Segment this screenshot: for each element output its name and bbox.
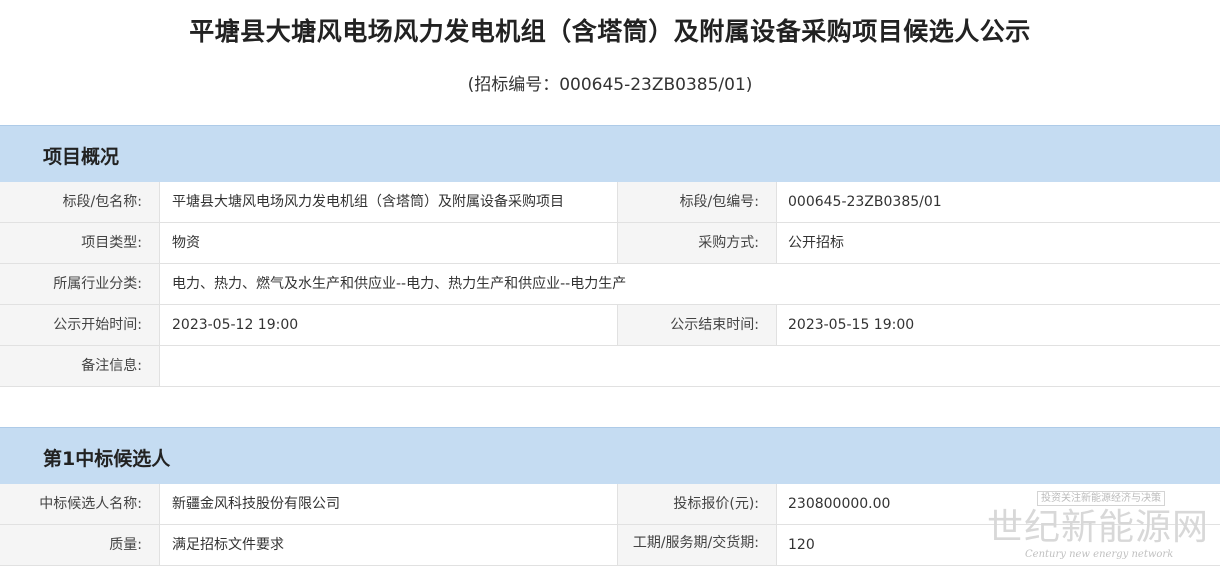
section-header-candidate1: 第1中标候选人 [0,427,1220,484]
field-value: 120 [788,537,815,553]
field-label: 公示结束时间: [617,305,777,345]
tender-number: (招标编号：000645-23ZB0385/01) [467,75,753,95]
field-label: 所属行业分类: [0,264,160,304]
table-row: 所属行业分类: 电力、热力、燃气及水生产和供应业--电力、热力生产和供应业--电… [0,264,1220,305]
field-value: 230800000.00 [788,496,891,512]
table-row: 备注信息: [0,346,1220,387]
field-value: 物资 [172,235,200,251]
field-label: 采购方式: [617,223,777,263]
field-label: 备注信息: [0,346,160,386]
field-label: 投标报价(元): [617,484,777,524]
field-label: 标段/包名称: [0,182,160,222]
field-value: 平塘县大塘风电场风力发电机组（含塔筒）及附属设备采购项目 [172,194,564,210]
table-row: 标段/包名称: 平塘县大塘风电场风力发电机组（含塔筒）及附属设备采购项目 标段/… [0,182,1220,223]
field-value: 2023-05-12 19:00 [172,317,299,333]
field-label: 标段/包编号: [617,182,777,222]
field-label: 公示开始时间: [0,305,160,345]
field-label: 中标候选人名称: [0,484,160,524]
candidate1-table: 中标候选人名称: 新疆金风科技股份有限公司 投标报价(元): 230800000… [0,484,1220,566]
field-value: 000645-23ZB0385/01 [788,194,942,210]
field-value: 公开招标 [788,235,844,251]
page-title: 平塘县大塘风电场风力发电机组（含塔筒）及附属设备采购项目候选人公示 [189,17,1031,46]
field-value: 新疆金风科技股份有限公司 [172,496,340,512]
table-row: 质量: 满足招标文件要求 工期/服务期/交货期: 120 [0,525,1220,566]
section-title: 第1中标候选人 [43,448,171,470]
field-label: 质量: [0,525,160,565]
field-value [160,346,1220,386]
section-header-overview: 项目概况 [0,125,1220,182]
field-label: 项目类型: [0,223,160,263]
table-row: 公示开始时间: 2023-05-12 19:00 公示结束时间: 2023-05… [0,305,1220,346]
field-value: 电力、热力、燃气及水生产和供应业--电力、热力生产和供应业--电力生产 [172,276,627,292]
field-value: 2023-05-15 19:00 [788,317,915,333]
overview-table: 标段/包名称: 平塘县大塘风电场风力发电机组（含塔筒）及附属设备采购项目 标段/… [0,182,1220,387]
table-row: 中标候选人名称: 新疆金风科技股份有限公司 投标报价(元): 230800000… [0,484,1220,525]
field-label: 工期/服务期/交货期: [617,525,777,565]
section-title: 项目概况 [43,146,120,168]
table-row: 项目类型: 物资 采购方式: 公开招标 [0,223,1220,264]
field-value: 满足招标文件要求 [172,537,284,553]
